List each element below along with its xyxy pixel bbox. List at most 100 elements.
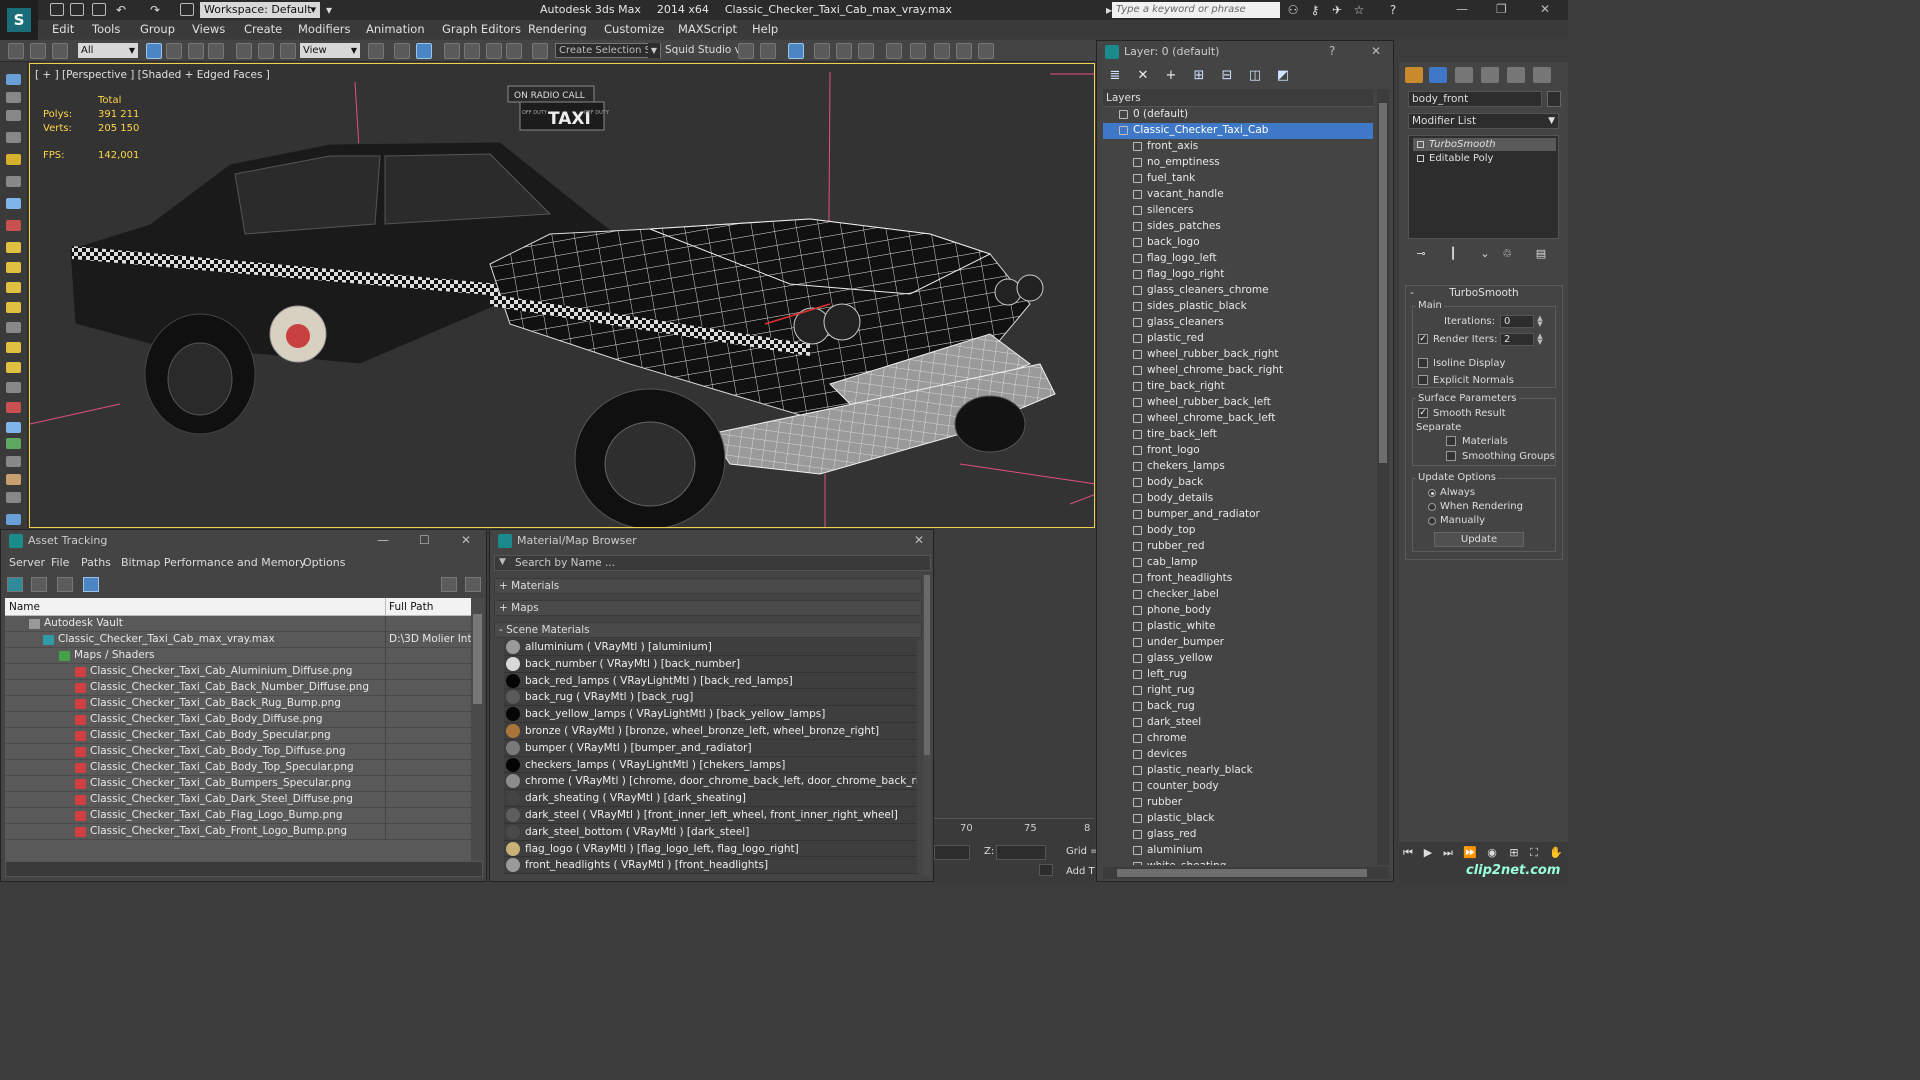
- app-menu-button[interactable]: S: [0, 0, 38, 40]
- map-file-row[interactable]: Classic_Checker_Taxi_Cab_Dark_Steel_Diff…: [5, 792, 471, 808]
- strip-tool-11-icon[interactable]: [6, 282, 21, 293]
- layer-object-item[interactable]: body_details: [1103, 491, 1373, 507]
- material-item[interactable]: dark_steel_bottom ( VRayMtl ) [dark_stee…: [504, 823, 917, 841]
- layer-object-item[interactable]: silencers: [1103, 203, 1373, 219]
- asset-vertical-scrollbar[interactable]: [471, 598, 484, 868]
- menu-graph-editors[interactable]: Graph Editors: [442, 22, 521, 36]
- section-scene-materials[interactable]: - Scene Materials: [494, 622, 922, 638]
- layer-object-item[interactable]: dark_steel: [1103, 715, 1373, 731]
- key-mode-icon[interactable]: ◉: [1485, 846, 1499, 860]
- motion-tab-icon[interactable]: [1481, 67, 1499, 83]
- save-file-icon[interactable]: [92, 3, 106, 16]
- section-materials[interactable]: + Materials: [494, 578, 922, 594]
- rect-selection-icon[interactable]: [188, 43, 204, 59]
- layer-object-item[interactable]: wheel_rubber_back_left: [1103, 395, 1373, 411]
- strip-tool-19-icon[interactable]: [6, 438, 21, 449]
- render-production-icon[interactable]: [978, 43, 994, 59]
- strip-tool-8-icon[interactable]: [6, 220, 21, 231]
- map-file-row[interactable]: Classic_Checker_Taxi_Cab_Body_Top_Specul…: [5, 760, 471, 776]
- menu-edit[interactable]: Edit: [52, 22, 74, 36]
- layer-object-item[interactable]: rubber_red: [1103, 539, 1373, 555]
- modify-tab-icon[interactable]: [1429, 67, 1447, 83]
- layer-object-item[interactable]: body_back: [1103, 475, 1373, 491]
- redo-icon[interactable]: ↷: [148, 3, 162, 17]
- material-close-button[interactable]: ✕: [914, 533, 924, 547]
- when-rendering-radio[interactable]: [1428, 503, 1436, 511]
- strip-tool-10-icon[interactable]: [6, 262, 21, 273]
- display-tab-icon[interactable]: [1507, 67, 1525, 83]
- table-view-icon[interactable]: [57, 577, 73, 592]
- viewport-label[interactable]: [ + ] [Perspective ] [Shaded + Edged Fac…: [35, 69, 270, 81]
- render-iters-checkbox[interactable]: ✓: [1418, 334, 1428, 344]
- asset-close-button[interactable]: ✕: [461, 533, 471, 547]
- strip-tool-1-icon[interactable]: [6, 74, 21, 85]
- scale-icon[interactable]: [280, 43, 296, 59]
- selection-filter-dropdown[interactable]: All ▼: [78, 43, 138, 58]
- iterations-spinner-arrows[interactable]: ▲ ▼: [1536, 315, 1544, 328]
- manually-radio[interactable]: [1428, 517, 1436, 525]
- layer-object-item[interactable]: plastic_black: [1103, 811, 1373, 827]
- layer-object-item[interactable]: glass_yellow: [1103, 651, 1373, 667]
- strip-tool-17-icon[interactable]: [6, 402, 21, 413]
- material-editor-icon[interactable]: [910, 43, 926, 59]
- list-view-icon[interactable]: [31, 577, 47, 592]
- map-file-row[interactable]: Classic_Checker_Taxi_Cab_Back_Rug_Bump.p…: [5, 696, 471, 712]
- section-maps[interactable]: + Maps: [494, 600, 922, 616]
- help-icon[interactable]: ?: [1386, 3, 1400, 17]
- layer-object-item[interactable]: plastic_red: [1103, 331, 1373, 347]
- select-in-layer-icon[interactable]: ⊟: [1219, 68, 1235, 84]
- layer-close-button[interactable]: ✕: [1371, 44, 1381, 58]
- strip-tool-16-icon[interactable]: [6, 382, 21, 393]
- explicit-normals-checkbox[interactable]: [1418, 375, 1428, 385]
- strip-tool-21-icon[interactable]: [6, 474, 21, 485]
- layer-manager-icon[interactable]: [814, 43, 830, 59]
- keyword-search-input[interactable]: Type a keyword or phrase: [1112, 2, 1280, 18]
- layer-object-item[interactable]: flag_logo_right: [1103, 267, 1373, 283]
- menu-animation[interactable]: Animation: [366, 22, 425, 36]
- layer-object-item[interactable]: checker_label: [1103, 587, 1373, 603]
- move-icon[interactable]: [236, 43, 252, 59]
- layer-object-item[interactable]: front_headlights: [1103, 571, 1373, 587]
- goto-start-icon[interactable]: ⏮: [1401, 846, 1415, 860]
- layer-object-item[interactable]: glass_cleaners: [1103, 315, 1373, 331]
- material-item[interactable]: bronze ( VRayMtl ) [bronze, wheel_bronze…: [504, 723, 917, 740]
- strip-tool-7-icon[interactable]: [6, 198, 21, 209]
- asset-tracking-titlebar[interactable]: Asset Tracking — ☐ ✕: [1, 530, 486, 552]
- layer-object-item[interactable]: white_sheating: [1103, 859, 1373, 865]
- layer-object-item[interactable]: glass_red: [1103, 827, 1373, 843]
- minimize-button[interactable]: —: [1456, 2, 1468, 16]
- layer-object-item[interactable]: fuel_tank: [1103, 171, 1373, 187]
- menu-customize[interactable]: Customize: [604, 22, 664, 36]
- add-time-tag-icon[interactable]: [1039, 864, 1053, 876]
- close-button[interactable]: ✕: [1540, 2, 1550, 16]
- add-time-tag-label[interactable]: Add T: [1066, 866, 1095, 877]
- search-options-icon[interactable]: ▼: [499, 557, 506, 567]
- material-item[interactable]: back_number ( VRayMtl ) [back_number]: [504, 655, 917, 673]
- layer-horizontal-scrollbar[interactable]: [1103, 867, 1389, 879]
- refresh-icon[interactable]: [7, 577, 23, 592]
- layer-object-item[interactable]: chekers_lamps: [1103, 459, 1373, 475]
- y-coord-field[interactable]: [934, 845, 970, 860]
- strip-tool-22-icon[interactable]: [6, 492, 21, 503]
- link-icon[interactable]: [8, 43, 24, 59]
- favorites-star-icon[interactable]: ☆: [1352, 3, 1366, 17]
- material-item[interactable]: back_yellow_lamps ( VRayLightMtl ) [back…: [504, 706, 917, 723]
- menu-create[interactable]: Create: [244, 22, 282, 36]
- key-icon[interactable]: ⚷: [1308, 3, 1322, 17]
- bind-spacewarp-icon[interactable]: [52, 43, 68, 59]
- layer-help-button[interactable]: ?: [1329, 44, 1335, 58]
- layer-object-item[interactable]: back_rug: [1103, 699, 1373, 715]
- taxi-model-render[interactable]: ON RADIO CALL TAXI OFF DUTY OFF DUTY: [30, 64, 1095, 528]
- layer-object-item[interactable]: glass_cleaners_chrome: [1103, 283, 1373, 299]
- layer-default[interactable]: 0 (default): [1103, 107, 1373, 123]
- max-file-row[interactable]: Classic_Checker_Taxi_Cab_max_vray.max D:\…: [5, 632, 471, 648]
- render-setup-icon[interactable]: [934, 43, 950, 59]
- modifier-list-dropdown[interactable]: Modifier List ▼: [1408, 113, 1559, 129]
- spinner-snap-icon[interactable]: [506, 43, 522, 59]
- layer-vertical-scrollbar[interactable]: [1377, 89, 1389, 865]
- layer-object-item[interactable]: under_bumper: [1103, 635, 1373, 651]
- map-file-row[interactable]: Classic_Checker_Taxi_Cab_Bumpers_Specula…: [5, 776, 471, 792]
- delete-layer-icon[interactable]: ✕: [1135, 68, 1151, 84]
- align-icon[interactable]: [760, 43, 776, 59]
- play-icon[interactable]: ▶: [1421, 846, 1435, 860]
